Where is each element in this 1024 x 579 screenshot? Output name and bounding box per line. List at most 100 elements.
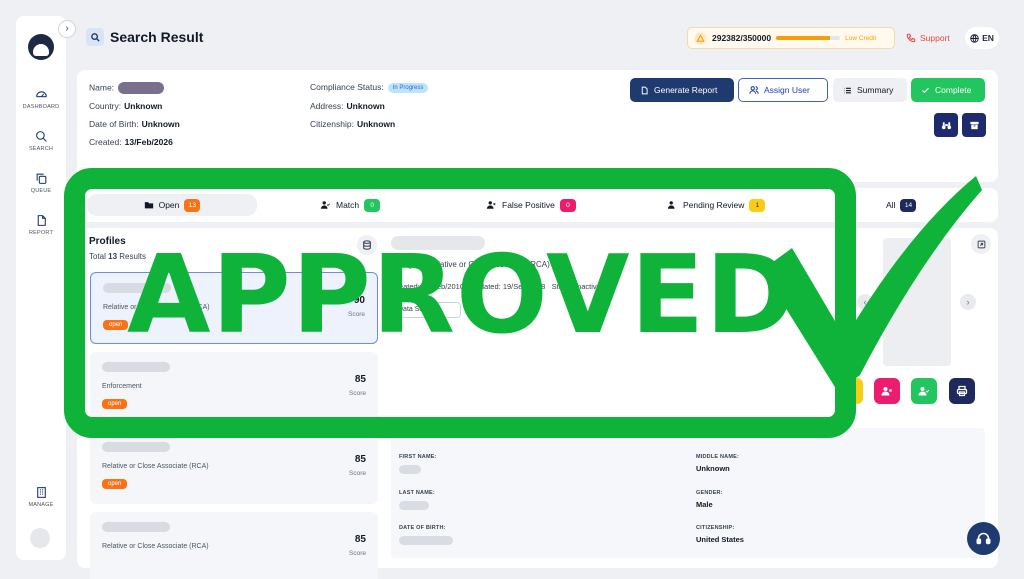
field-dob-label: DATE OF BIRTH: xyxy=(399,525,446,531)
field-middle-name-value: Unknown xyxy=(696,464,730,473)
info-address-value: Unknown xyxy=(346,101,385,111)
approved-checkmark-icon xyxy=(762,176,982,392)
sidebar: DASHBOARD SEARCH QUEUE REPORT MANAGE xyxy=(16,16,66,560)
archive-button[interactable] xyxy=(962,113,986,137)
users-icon xyxy=(749,86,759,94)
building-icon xyxy=(36,487,46,498)
file-icon xyxy=(37,215,46,226)
list-icon xyxy=(844,87,851,93)
info-name-label: Name: xyxy=(89,82,115,93)
app-logo[interactable] xyxy=(28,34,54,60)
sidebar-item-dashboard[interactable]: DASHBOARD xyxy=(16,88,66,110)
profile-type: Relative or Close Associate (RCA) xyxy=(102,463,209,470)
generate-report-label: Generate Report xyxy=(654,85,718,95)
credit-progress-fill xyxy=(776,36,830,40)
language-selector[interactable]: EN xyxy=(965,27,999,49)
sidebar-item-manage[interactable]: MANAGE xyxy=(16,486,66,508)
sidebar-item-label: QUEUE xyxy=(30,188,52,194)
assign-user-button[interactable]: Assign User xyxy=(738,78,828,102)
info-country-label: Country: xyxy=(89,101,122,111)
approved-stamp-text: APPROVED xyxy=(127,233,796,358)
user-avatar[interactable] xyxy=(30,528,50,548)
info-dob-value: Unknown xyxy=(141,119,180,129)
info-dob-label: Date of Birth: xyxy=(89,119,139,129)
info-dob: Date of Birth: Unknown xyxy=(89,119,180,129)
credit-progress-bar xyxy=(776,36,841,40)
profile-type: Relative or Close Associate (RCA) xyxy=(102,543,209,550)
info-address-label: Address: xyxy=(310,101,344,111)
document-icon xyxy=(641,86,648,94)
profile-score-label: Score xyxy=(349,550,366,557)
info-name: Name: xyxy=(89,82,165,94)
page-header: Search Result xyxy=(86,28,203,46)
page-title: Search Result xyxy=(110,29,204,45)
summary-button[interactable]: Summary xyxy=(833,78,907,102)
profile-status-badge: open xyxy=(102,479,128,489)
profile-card[interactable]: Relative or Close Associate (RCA) 85 Sco… xyxy=(90,512,378,579)
binoculars-icon xyxy=(941,121,951,129)
field-citizenship-label: CITIZENSHIP: xyxy=(696,525,735,531)
profile-name-redacted xyxy=(102,522,170,532)
credit-warning-text: Low Credit xyxy=(845,34,877,42)
chevron-right-icon: › xyxy=(65,23,69,34)
sidebar-item-label: SEARCH xyxy=(28,146,54,152)
complete-label: Complete xyxy=(935,85,972,95)
info-created-value: 13/Feb/2026 xyxy=(124,137,173,147)
field-dob-redacted xyxy=(399,536,453,545)
credit-count: 292382/350000 xyxy=(712,33,772,43)
info-country-value: Unknown xyxy=(124,101,163,111)
phone-icon xyxy=(906,33,916,43)
field-citizenship-value: United States xyxy=(696,535,744,544)
assign-user-label: Assign User xyxy=(764,85,810,95)
info-address: Address: Unknown xyxy=(310,101,385,111)
search-icon xyxy=(35,131,47,142)
copy-icon xyxy=(36,173,46,184)
field-last-name-label: LAST NAME: xyxy=(399,490,435,496)
profile-score: 85 xyxy=(354,534,366,545)
info-citizenship: Citizenship: Unknown xyxy=(310,119,395,129)
summary-label: Summary xyxy=(857,85,894,95)
chat-support-button[interactable] xyxy=(967,522,1000,555)
status-badge: In Progress xyxy=(387,82,429,93)
binoculars-button[interactable] xyxy=(934,113,958,137)
warning-icon xyxy=(694,32,707,44)
gauge-icon xyxy=(35,91,47,98)
field-last-name-redacted xyxy=(399,501,429,510)
info-created: Created: 13/Feb/2026 xyxy=(89,137,173,147)
generate-report-button[interactable]: Generate Report xyxy=(630,78,734,102)
info-compliance: Compliance Status: In Progress xyxy=(310,82,429,93)
info-compliance-label: Compliance Status: xyxy=(310,82,384,92)
info-country: Country: Unknown xyxy=(89,101,162,111)
complete-button[interactable]: Complete xyxy=(911,78,985,102)
credit-indicator: 292382/350000 Low Credit xyxy=(687,27,895,49)
support-label: Support xyxy=(920,33,950,43)
profile-card[interactable]: Relative or Close Associate (RCA) open 8… xyxy=(90,432,378,504)
language-label: EN xyxy=(982,33,994,43)
field-gender-value: Male xyxy=(696,500,713,509)
sidebar-item-queue[interactable]: QUEUE xyxy=(16,172,66,194)
check-icon xyxy=(922,87,929,93)
field-first-name-redacted xyxy=(399,465,421,474)
sidebar-item-label: DASHBOARD xyxy=(22,104,60,110)
field-middle-name-label: MIDDLE NAME: xyxy=(696,454,740,460)
support-link[interactable]: Support xyxy=(906,33,950,43)
info-citizenship-value: Unknown xyxy=(356,119,396,129)
sidebar-item-report[interactable]: REPORT xyxy=(16,214,66,236)
sidebar-item-label: REPORT xyxy=(28,230,54,236)
archive-icon xyxy=(969,121,979,129)
name-redacted xyxy=(118,82,165,94)
profile-score-label: Score xyxy=(349,470,366,477)
info-citizenship-label: Citizenship: xyxy=(310,119,354,129)
globe-icon xyxy=(970,33,979,43)
subject-info-card: Name: Country: Unknown Date of Birth: Unkn… xyxy=(77,70,998,182)
headset-icon xyxy=(976,532,991,545)
search-icon xyxy=(86,28,104,46)
sidebar-item-search[interactable]: SEARCH xyxy=(16,130,66,152)
profile-name-redacted xyxy=(102,442,170,452)
sidebar-collapse-button[interactable]: › xyxy=(58,20,76,38)
profile-score: 85 xyxy=(354,454,366,465)
sidebar-item-label: MANAGE xyxy=(28,502,54,508)
field-gender-label: GENDER: xyxy=(696,490,723,496)
field-first-name-label: FIRST NAME: xyxy=(399,454,437,460)
profile-fields: FIRST NAME: MIDDLE NAME: Unknown LAST NA… xyxy=(391,428,985,558)
